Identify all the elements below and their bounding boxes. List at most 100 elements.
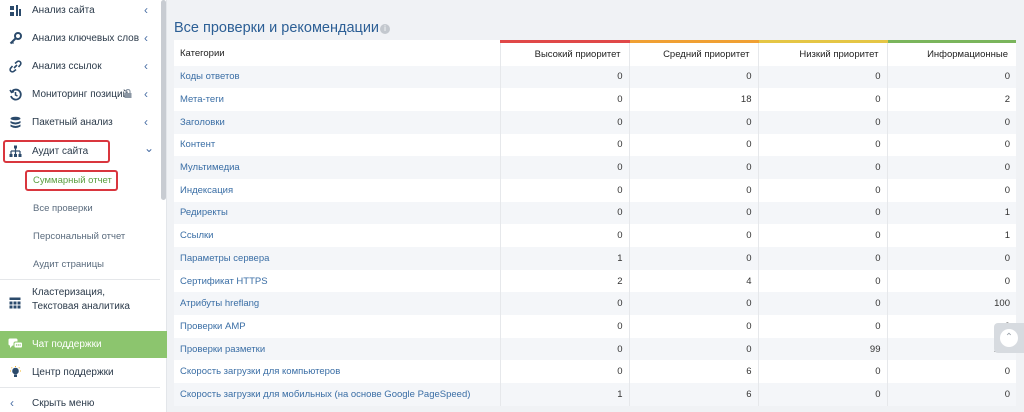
chevron-down-icon: ⌄: [144, 141, 155, 155]
column-header-high[interactable]: Высокий приоритет: [499, 40, 629, 66]
category-link[interactable]: Скорость загрузки для мобильных (на осно…: [174, 383, 500, 406]
sidebar-item-batch-analysis[interactable]: Пакетный анализ ‹: [0, 110, 160, 134]
arrow-up-icon: ⌃: [1000, 329, 1018, 347]
table-cell: 0: [628, 201, 758, 225]
category-link[interactable]: Мультимедиа: [174, 156, 500, 179]
column-header-low[interactable]: Низкий приоритет: [757, 40, 887, 66]
chevron-left-icon: ‹: [144, 115, 148, 129]
table-cell: 0: [499, 201, 629, 225]
sidebar-item-label: Анализ сайта: [32, 4, 95, 16]
table-cell: 0: [886, 110, 1016, 134]
subnav-page-audit[interactable]: Аудит страницы: [33, 259, 104, 270]
chevron-left-icon: ‹: [144, 3, 148, 17]
sidebar-item-clustering[interactable]: Кластеризация, Текстовая аналитика: [0, 284, 160, 318]
category-link[interactable]: Атрибуты hreflang: [174, 292, 500, 315]
table-cell: 0: [757, 247, 887, 270]
clustering-label-line2: Текстовая аналитика: [32, 301, 130, 312]
table-cell: 0: [757, 269, 887, 293]
sidebar-item-help-center[interactable]: Центр поддержки: [0, 360, 160, 384]
subnav-personal-report[interactable]: Персональный отчет: [33, 231, 125, 242]
table-row: Сертификат HTTPS 2 4 0 0: [174, 269, 1016, 293]
category-link[interactable]: Редиректы: [174, 202, 500, 225]
table-cell: 0: [499, 156, 629, 179]
table-cell: 2: [499, 269, 629, 293]
table-row: Заголовки 0 0 0 0: [174, 110, 1016, 134]
column-header-medium[interactable]: Средний приоритет: [628, 40, 758, 66]
sidebar-item-position-monitoring[interactable]: Мониторинг позиций ‹: [0, 82, 160, 106]
category-link[interactable]: Скорость загрузки для компьютеров: [174, 360, 500, 383]
key-icon: [8, 31, 22, 45]
table-row: Скорость загрузки для компьютеров 0 6 0 0: [174, 360, 1016, 384]
category-link[interactable]: Мета-теги: [174, 88, 500, 111]
table-row: Коды ответов 0 0 0 0: [174, 65, 1016, 89]
table-cell: 0: [628, 133, 758, 157]
table-cell: 4: [628, 269, 758, 293]
sidebar-item-links[interactable]: Анализ ссылок ‹: [0, 54, 160, 78]
table-cell: 0: [499, 133, 629, 157]
bar-chart-icon: [8, 3, 22, 17]
page-title: Все проверки и рекомендации: [174, 20, 380, 36]
category-link[interactable]: Проверки разметки: [174, 338, 500, 361]
table-cell: 2: [886, 88, 1016, 111]
sidebar-item-label: Пакетный анализ: [32, 116, 113, 128]
table-cell: 6: [628, 383, 758, 406]
table-cell: 0: [886, 247, 1016, 270]
sidebar-item-keywords[interactable]: Анализ ключевых слов ‹: [0, 26, 160, 50]
category-link[interactable]: Заголовки: [174, 111, 500, 134]
chevron-left-icon: ‹: [144, 59, 148, 73]
table-cell: 0: [757, 88, 887, 111]
table-cell: 0: [628, 337, 758, 361]
table-cell: 100: [886, 292, 1016, 316]
sidebar-item-label: Мониторинг позиций: [32, 88, 129, 100]
table-cell: 0: [628, 224, 758, 247]
category-link[interactable]: Индексация: [174, 179, 500, 202]
chevron-left-icon: ‹: [144, 31, 148, 45]
sidebar-scrollbar[interactable]: [161, 0, 166, 200]
table-cell: 0: [628, 178, 758, 202]
hide-menu-button[interactable]: ‹ Скрыть меню: [0, 391, 160, 412]
table-cell: 0: [628, 315, 758, 338]
category-link[interactable]: Сертификат HTTPS: [174, 270, 500, 293]
table-cell: 0: [886, 383, 1016, 406]
table-row: Индексация 0 0 0 0: [174, 178, 1016, 202]
checks-table: Категории Высокий приоритет Средний прио…: [174, 40, 1016, 406]
category-link[interactable]: Проверки AMP: [174, 315, 500, 338]
subnav-all-checks[interactable]: Все проверки: [33, 203, 93, 214]
table-cell: 0: [628, 247, 758, 270]
scroll-to-top-button[interactable]: ⌃: [994, 323, 1024, 353]
table-cell: 0: [757, 133, 887, 157]
column-header-categories[interactable]: Категории: [174, 42, 500, 66]
table-cell: 1: [499, 247, 629, 270]
table-cell: 1: [886, 201, 1016, 225]
sidebar-item-label: Анализ ключевых слов: [32, 32, 140, 44]
table-cell: 0: [499, 315, 629, 338]
table-cell: 0: [886, 269, 1016, 293]
info-icon[interactable]: i: [380, 24, 390, 34]
link-icon: [8, 59, 22, 73]
table-cell: 18: [628, 88, 758, 111]
table-cell: 0: [886, 156, 1016, 179]
category-link[interactable]: Параметры сервера: [174, 247, 500, 270]
table-cell: 0: [886, 360, 1016, 384]
table-cell: 0: [886, 133, 1016, 157]
table-cell: 0: [757, 65, 887, 89]
column-header-info[interactable]: Информационные: [886, 40, 1016, 66]
table-cell: 1: [499, 383, 629, 406]
clustering-label-line1: Кластеризация,: [32, 287, 106, 298]
table-row: Проверки разметки0099200: [174, 337, 1016, 361]
category-link[interactable]: Коды ответов: [174, 66, 500, 89]
table-cell: 0: [628, 65, 758, 89]
chat-support-button[interactable]: Чат поддержки: [0, 331, 167, 358]
table-cell: 0: [757, 360, 887, 384]
table-cell: 0: [757, 201, 887, 225]
layers-icon: [8, 115, 22, 129]
category-link[interactable]: Ссылки: [174, 224, 500, 247]
table-cell: 1: [886, 224, 1016, 247]
table-cell: 6: [628, 360, 758, 384]
table-cell: 0: [499, 178, 629, 202]
table-row: Атрибуты hreflang 0 0 0 100: [174, 292, 1016, 316]
sidebar-item-site-analysis[interactable]: Анализ сайта ‹: [0, 0, 160, 22]
table-cell: 0: [757, 315, 887, 338]
category-link[interactable]: Контент: [174, 134, 500, 157]
sidebar-divider: [0, 279, 160, 280]
